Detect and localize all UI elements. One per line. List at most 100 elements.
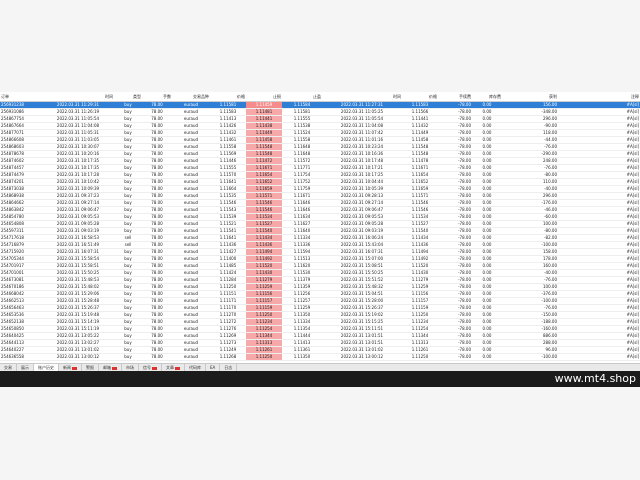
table-row[interactable]: 254652138 2022.03.31 15:14:19 buy 78.00 eura… bbox=[0, 318, 640, 326]
tab-6[interactable]: 市场 bbox=[122, 364, 139, 371]
tab-10[interactable]: EA bbox=[206, 364, 221, 371]
table-row[interactable]: 254640425 2022.03.31 13:05:22 buy 78.00 eura… bbox=[0, 332, 640, 340]
table-cell: 254874201 bbox=[0, 178, 42, 186]
table-cell: #A[sl] bbox=[558, 129, 640, 137]
table-row[interactable]: 254874602 2022.03.31 10:17:35 buy 78.00 eura… bbox=[0, 157, 640, 165]
column-header[interactable]: 价格 bbox=[402, 93, 438, 102]
table-row[interactable]: 256931086 2022.03.31 11:26:19 buy 78.00 eura… bbox=[0, 108, 640, 116]
table-cell: 1.11250 bbox=[402, 311, 438, 319]
table-row[interactable]: 254873038 2022.03.31 10:09:39 buy 78.00 eura… bbox=[0, 185, 640, 193]
table-row[interactable]: 254701917 2022.03.31 15:58:51 buy 78.00 eura… bbox=[0, 262, 640, 270]
column-header[interactable]: 止损 bbox=[246, 93, 282, 102]
table-cell: 1.11254 bbox=[402, 325, 438, 333]
table-cell: 254653536 bbox=[0, 311, 42, 319]
column-header[interactable]: 注释 bbox=[558, 93, 640, 102]
table-cell: 256931086 bbox=[0, 108, 42, 116]
tab-2[interactable]: 账户历史 bbox=[34, 364, 59, 371]
table-row[interactable]: 254874457 2022.03.31 10:17:35 buy 78.00 eura… bbox=[0, 164, 640, 172]
column-header[interactable]: 交易品种 bbox=[172, 93, 210, 102]
column-header[interactable]: 获利 bbox=[502, 93, 558, 102]
tab-9[interactable]: 代码库 bbox=[185, 364, 206, 371]
table-cell: -78.00 bbox=[438, 164, 472, 172]
table-row[interactable]: 254866608 2022.03.31 11:03:05 buy 78.00 eura… bbox=[0, 136, 640, 144]
table-cell: 2022.03.31 11:03:05 bbox=[42, 136, 114, 144]
table-cell: 1.11279 bbox=[402, 276, 438, 284]
table-cell: 110.00 bbox=[502, 178, 558, 186]
tab-3[interactable]: 新闻 bbox=[59, 364, 82, 371]
table-row[interactable]: 254717618 2022.03.31 16:58:53 sell 78.00 eur… bbox=[0, 234, 640, 242]
table-row[interactable]: 254653536 2022.03.31 15:19:48 buy 78.00 eura… bbox=[0, 311, 640, 319]
table-row[interactable]: 254716879 2022.03.31 16:51:49 sell 78.00 eur… bbox=[0, 241, 640, 249]
table-row[interactable]: 254673081 2022.03.31 15:48:53 buy 78.00 eura… bbox=[0, 276, 640, 284]
table-cell: 2022.03.31 09:05:53 bbox=[42, 213, 114, 221]
table-cell: 0.00 bbox=[472, 150, 502, 158]
table-row[interactable]: 254874201 2022.03.31 10:10:42 buy 78.00 eura… bbox=[0, 178, 640, 186]
table-row[interactable]: 254640227 2022.03.31 13:01:02 buy 78.00 eura… bbox=[0, 346, 640, 354]
table-row[interactable]: 254867664 2022.03.31 11:04:08 buy 78.00 eura… bbox=[0, 122, 640, 130]
table-row[interactable]: 254662513 2022.03.31 15:28:48 buy 78.00 eura… bbox=[0, 297, 640, 305]
table-cell: 2022.03.31 11:05:25 bbox=[322, 108, 402, 116]
column-header[interactable]: 时间 bbox=[322, 93, 402, 102]
table-cell: 1.11513 bbox=[282, 255, 322, 263]
table-cell: 1.11334 bbox=[282, 318, 322, 326]
tab-5[interactable]: 邮箱 bbox=[99, 364, 122, 371]
table-cell: buy bbox=[114, 108, 142, 116]
table-cell: 0.00 bbox=[472, 262, 502, 270]
table-row[interactable]: 254670186 2022.03.31 15:48:02 buy 78.00 eura… bbox=[0, 283, 640, 291]
table-cell: -76.00 bbox=[502, 164, 558, 172]
column-header[interactable]: 订单 bbox=[0, 93, 42, 102]
tab-8[interactable]: 文章 bbox=[162, 364, 185, 371]
table-row[interactable]: 254878678 2022.03.31 10:20:16 buy 78.00 eura… bbox=[0, 150, 640, 158]
table-row[interactable]: 254877071 2022.03.31 11:05:31 buy 78.00 eura… bbox=[0, 129, 640, 137]
column-header[interactable]: 库存费 bbox=[472, 93, 502, 102]
table-cell: #A[sl] bbox=[558, 164, 640, 172]
tab-label: 代码库 bbox=[189, 365, 201, 370]
table-cell: #A[sl] bbox=[558, 339, 640, 347]
column-header[interactable]: 类型 bbox=[114, 93, 142, 102]
notification-badge-icon bbox=[152, 366, 157, 370]
table-row[interactable]: 254715920 2022.03.31 16:07:31 buy 78.00 eura… bbox=[0, 248, 640, 256]
table-cell: 254715920 bbox=[0, 248, 42, 256]
table-cell: 2022.03.31 10:17:35 bbox=[42, 157, 114, 165]
account-history-table[interactable]: 订单 时间 类型 手数 交易品种 价格 止损 止盈 时间 价格 手续费 库存费 获利 注释 2569312… bbox=[0, 93, 640, 363]
column-header[interactable]: 价格 bbox=[210, 93, 246, 102]
tab-0[interactable]: 交易 bbox=[0, 364, 17, 371]
table-row[interactable]: 254701001 2022.03.31 15:50:25 buy 78.00 eura… bbox=[0, 269, 640, 277]
tab-11[interactable]: 日志 bbox=[220, 364, 238, 371]
table-cell: -78.00 bbox=[438, 206, 472, 214]
column-header[interactable]: 时间 bbox=[42, 93, 114, 102]
table-row[interactable]: 254650850 2022.03.31 15:11:19 buy 78.00 eura… bbox=[0, 325, 640, 333]
table-row[interactable]: 254874479 2022.03.31 10:17:28 buy 78.00 eura… bbox=[0, 171, 640, 179]
table-row[interactable]: 254864662 2022.03.31 09:27:14 buy 78.00 eura… bbox=[0, 199, 640, 207]
table-row[interactable]: 254867754 2022.03.31 11:05:54 buy 78.00 eura… bbox=[0, 115, 640, 123]
table-row[interactable]: 254636558 2022.03.31 13:00:12 buy 78.00 eura… bbox=[0, 353, 640, 361]
table-row[interactable]: 254705344 2022.03.31 15:58:54 buy 78.00 eura… bbox=[0, 255, 640, 263]
tab-4[interactable]: 警报 bbox=[82, 364, 99, 371]
table-row[interactable]: 254863842 2022.03.31 09:06:47 buy 78.00 eura… bbox=[0, 206, 640, 214]
column-header[interactable]: 止盈 bbox=[282, 93, 322, 102]
tab-7[interactable]: 信号 bbox=[139, 364, 162, 371]
table-cell: -76.00 bbox=[502, 276, 558, 284]
column-header[interactable]: 手续费 bbox=[438, 93, 472, 102]
table-row[interactable]: 254668042 2022.03.31 15:29:06 buy 78.00 eura… bbox=[0, 290, 640, 298]
table-cell: 1.11261 bbox=[246, 346, 282, 354]
table-cell: buy bbox=[114, 136, 142, 144]
table-cell: 2022.03.31 11:26:19 bbox=[42, 108, 114, 116]
table-row[interactable]: 254644113 2022.03.31 13:02:27 buy 78.00 eura… bbox=[0, 339, 640, 347]
table-row[interactable]: 254656463 2022.03.31 15:26:37 buy 78.00 eura… bbox=[0, 304, 640, 312]
tab-1[interactable]: 展示 bbox=[17, 364, 34, 371]
table-row[interactable]: 254654808 2022.03.31 09:05:28 buy 78.00 eura… bbox=[0, 220, 640, 228]
table-cell: #A[sl] bbox=[558, 108, 640, 116]
table-row[interactable]: 254854780 2022.03.31 09:05:53 buy 78.00 eura… bbox=[0, 213, 640, 221]
table-cell: 1.11535 bbox=[210, 192, 246, 200]
table-row[interactable]: 254597311 2022.03.31 09:03:19 buy 78.00 eura… bbox=[0, 227, 640, 235]
table-cell: -78.00 bbox=[438, 157, 472, 165]
table-cell: #A[sl] bbox=[558, 220, 640, 228]
table-cell: 2022.03.31 15:19:02 bbox=[322, 311, 402, 319]
column-header[interactable]: 手数 bbox=[142, 93, 172, 102]
table-row[interactable]: 254868938 2022.03.31 09:37:23 buy 78.00 eura… bbox=[0, 192, 640, 200]
table-cell: 0.00 bbox=[472, 241, 502, 249]
table-cell: 2022.03.31 13:05:22 bbox=[42, 332, 114, 340]
table-row[interactable]: 254868603 2022.03.31 10:30:07 buy 78.00 eura… bbox=[0, 143, 640, 151]
table-row[interactable]: 256931238 2022.03.31 11:29:31 buy 78.00 eura… bbox=[0, 101, 640, 109]
